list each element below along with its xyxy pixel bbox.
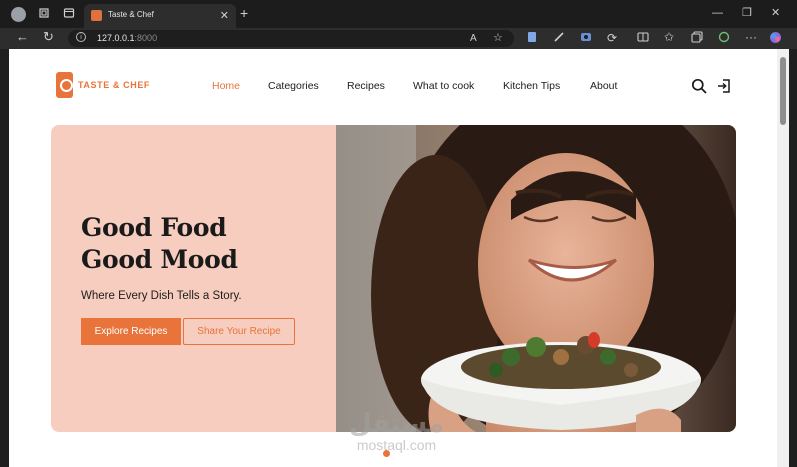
url-text[interactable]: 127.0.0.1:8000 xyxy=(97,33,157,43)
close-tab-icon[interactable]: ✕ xyxy=(220,9,229,22)
hero-image xyxy=(336,125,736,432)
logo-mark-icon xyxy=(56,72,73,98)
watermark-latin: mostaql.com xyxy=(356,437,437,453)
browser-essentials-icon[interactable] xyxy=(718,31,730,46)
profile-avatar-icon[interactable] xyxy=(11,7,26,22)
favorites-icon[interactable]: ✩ xyxy=(664,30,674,44)
back-icon[interactable]: ← xyxy=(16,30,29,44)
nav-recipes[interactable]: Recipes xyxy=(347,80,385,92)
share-recipe-button[interactable]: Share Your Recipe xyxy=(183,318,295,345)
hero-banner: Good Food Good Mood Where Every Dish Tel… xyxy=(51,125,736,432)
nav-kitchen-tips[interactable]: Kitchen Tips xyxy=(503,80,560,92)
search-icon[interactable] xyxy=(691,78,707,94)
browser-tab[interactable]: Taste & Chef ✕ xyxy=(84,4,236,28)
restore-icon[interactable]: ❐ xyxy=(742,6,752,20)
screen-capture-icon[interactable] xyxy=(580,31,592,46)
split-screen-icon[interactable] xyxy=(637,31,649,46)
workspaces-icon[interactable] xyxy=(38,7,50,22)
hero-title-line-2: Good Mood xyxy=(81,245,238,274)
more-options-icon[interactable]: ··· xyxy=(745,30,757,44)
read-aloud-icon[interactable]: A xyxy=(470,32,477,46)
explore-recipes-button[interactable]: Explore Recipes xyxy=(81,318,181,345)
watermark: مستقل mostaql.com xyxy=(349,411,444,453)
extension-icon[interactable] xyxy=(527,31,538,46)
site-logo[interactable]: TASTE & CHEF xyxy=(56,72,150,98)
close-window-icon[interactable]: ✕ xyxy=(771,6,780,20)
url-bar[interactable]: i 127.0.0.1:8000 A ☆ xyxy=(68,30,514,47)
nav-categories[interactable]: Categories xyxy=(268,80,319,92)
tab-title: Taste & Chef xyxy=(108,10,154,19)
logo-text: TASTE & CHEF xyxy=(78,80,151,90)
collections-icon[interactable] xyxy=(691,31,703,46)
new-tab-icon[interactable]: + xyxy=(240,6,248,20)
nav-about[interactable]: About xyxy=(590,80,617,92)
login-icon[interactable] xyxy=(716,78,732,94)
url-host: 127.0.0.1 xyxy=(97,33,135,43)
browser-tab-bar: Taste & Chef ✕ + — ❐ ✕ xyxy=(0,0,797,28)
url-port: :8000 xyxy=(134,33,158,43)
hero-title-line-1: Good Food xyxy=(81,213,227,242)
pen-icon[interactable] xyxy=(553,31,565,46)
nav-home[interactable]: Home xyxy=(212,80,240,92)
minimize-icon[interactable]: — xyxy=(712,6,723,20)
nav-what-to-cook[interactable]: What to cook xyxy=(413,80,474,92)
site-info-icon[interactable]: i xyxy=(76,32,86,42)
refresh-icon[interactable]: ↻ xyxy=(43,30,54,44)
watermark-arabic: مستقل xyxy=(349,409,445,439)
favicon-icon xyxy=(91,10,102,21)
web-page: TASTE & CHEF Home Categories Recipes Wha… xyxy=(9,49,777,467)
copilot-icon[interactable] xyxy=(769,31,782,47)
favorite-star-icon[interactable]: ☆ xyxy=(493,31,503,45)
tab-actions-icon[interactable] xyxy=(63,7,75,22)
address-toolbar: ← ↻ i 127.0.0.1:8000 A ☆ ⟳ ✩ ··· xyxy=(0,28,797,49)
scrollbar-thumb[interactable] xyxy=(780,57,786,125)
sync-icon[interactable]: ⟳ xyxy=(607,31,617,45)
page-scrollbar[interactable] xyxy=(777,49,789,467)
hero-tagline: Where Every Dish Tells a Story. xyxy=(81,290,242,302)
